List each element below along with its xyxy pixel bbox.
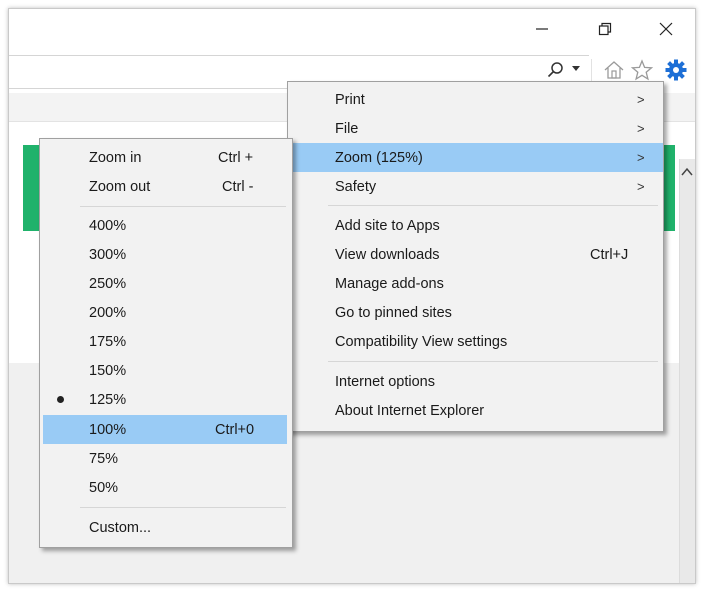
zoom-level-50[interactable]: 50% — [40, 473, 292, 502]
zoom-level-175[interactable]: 175% — [40, 327, 292, 356]
menu-item-go-to-pinned-sites[interactable]: Go to pinned sites — [288, 298, 663, 327]
menu-item-label: Safety — [335, 178, 377, 195]
menu-item-manage-add-ons[interactable]: Manage add-ons — [288, 269, 663, 298]
menu-item-internet-options[interactable]: Internet options — [288, 367, 663, 396]
menu-item-label: File — [335, 120, 359, 137]
menu-item-label: 175% — [89, 333, 127, 350]
menu-item-label: Custom... — [89, 519, 152, 536]
submenu-arrow-icon: > — [637, 92, 645, 107]
minimize-button[interactable] — [522, 15, 562, 43]
zoom-level-100[interactable]: 100% Ctrl+0 — [43, 415, 287, 444]
zoom-out-item[interactable]: Zoom out Ctrl - — [40, 172, 292, 201]
search-icon[interactable] — [547, 61, 565, 79]
search-dropdown-icon[interactable] — [571, 65, 581, 73]
menu-item-label: View downloads — [335, 246, 440, 263]
menu-item-shortcut: Ctrl + — [218, 149, 254, 166]
zoom-custom-item[interactable]: Custom... — [40, 513, 292, 542]
tools-menu: Print > File > Zoom (125%) > Safety > Ad… — [287, 81, 664, 432]
menu-item-label: Zoom out — [89, 178, 151, 195]
zoom-submenu: Zoom in Ctrl + Zoom out Ctrl - 400% 300%… — [39, 138, 293, 548]
selected-bullet-icon — [57, 396, 64, 403]
menu-item-safety[interactable]: Safety > — [288, 172, 663, 201]
menu-item-file[interactable]: File > — [288, 114, 663, 143]
close-icon — [659, 22, 673, 36]
menu-item-label: 300% — [89, 246, 127, 263]
menu-item-label: Go to pinned sites — [335, 304, 452, 321]
submenu-arrow-icon: > — [637, 179, 645, 194]
menu-item-label: Add site to Apps — [335, 217, 440, 234]
menu-item-label: Compatibility View settings — [335, 333, 508, 350]
menu-separator — [80, 507, 286, 508]
menu-separator — [328, 361, 658, 362]
menu-item-compatibility-view-settings[interactable]: Compatibility View settings — [288, 327, 663, 356]
menu-item-shortcut: Ctrl+J — [590, 246, 629, 263]
menu-item-label: 400% — [89, 217, 127, 234]
minimize-icon — [536, 28, 548, 30]
menu-item-label: 100% — [89, 421, 127, 438]
menu-item-shortcut: Ctrl - — [222, 178, 254, 195]
tools-gear-icon[interactable] — [664, 58, 688, 82]
vertical-scrollbar[interactable] — [679, 159, 695, 583]
menu-item-shortcut: Ctrl+0 — [215, 421, 255, 438]
menu-item-zoom[interactable]: Zoom (125%) > — [288, 143, 663, 172]
scroll-up-icon[interactable] — [681, 167, 693, 177]
zoom-level-75[interactable]: 75% — [40, 444, 292, 473]
menu-item-label: 75% — [89, 450, 119, 467]
menu-item-label: Print — [335, 91, 365, 108]
title-bar — [9, 9, 695, 49]
submenu-arrow-icon: > — [637, 150, 645, 165]
menu-item-print[interactable]: Print > — [288, 85, 663, 114]
menu-item-label: Internet options — [335, 373, 435, 390]
menu-item-add-site-to-apps[interactable]: Add site to Apps — [288, 211, 663, 240]
menu-item-label: About Internet Explorer — [335, 402, 485, 419]
zoom-level-250[interactable]: 250% — [40, 269, 292, 298]
menu-item-label: Zoom (125%) — [335, 149, 423, 166]
zoom-level-125[interactable]: 125% — [40, 385, 292, 414]
zoom-level-400[interactable]: 400% — [40, 211, 292, 240]
menu-item-label: 250% — [89, 275, 127, 292]
menu-item-label: Manage add-ons — [335, 275, 444, 292]
favorites-star-icon[interactable] — [630, 59, 654, 81]
menu-separator — [80, 206, 286, 207]
menu-item-label: 150% — [89, 362, 127, 379]
menu-item-label: Zoom in — [89, 149, 142, 166]
menu-separator — [328, 205, 658, 206]
zoom-in-item[interactable]: Zoom in Ctrl + — [40, 143, 292, 172]
zoom-level-300[interactable]: 300% — [40, 240, 292, 269]
close-button[interactable] — [646, 15, 686, 43]
restore-icon — [598, 22, 612, 36]
menu-item-label: 125% — [89, 391, 127, 408]
menu-item-about-internet-explorer[interactable]: About Internet Explorer — [288, 396, 663, 425]
menu-item-view-downloads[interactable]: View downloads Ctrl+J — [288, 240, 663, 269]
zoom-level-200[interactable]: 200% — [40, 298, 292, 327]
menu-item-label: 200% — [89, 304, 127, 321]
menu-item-label: 50% — [89, 479, 119, 496]
submenu-arrow-icon: > — [637, 121, 645, 136]
restore-button[interactable] — [585, 15, 625, 43]
home-icon[interactable] — [603, 59, 625, 81]
zoom-level-150[interactable]: 150% — [40, 356, 292, 385]
